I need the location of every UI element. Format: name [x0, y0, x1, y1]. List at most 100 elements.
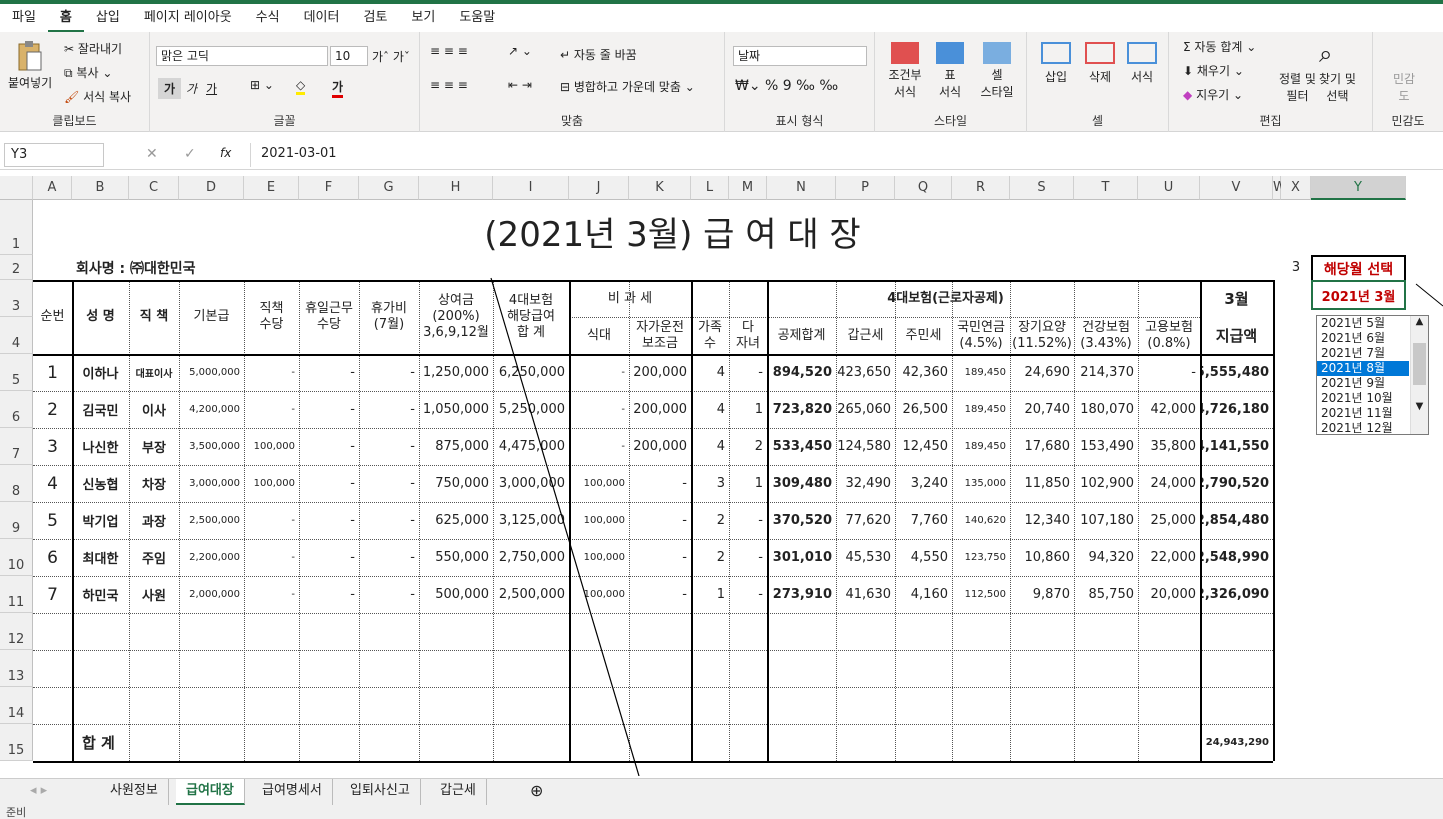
tab-review[interactable]: 검토: [351, 4, 399, 32]
underline-button[interactable]: 가: [206, 80, 217, 97]
font-color-icon[interactable]: 가: [332, 78, 344, 98]
paste-button[interactable]: 붙여넣기: [8, 40, 52, 91]
ribbon: 붙여넣기 ✂ 잘라내기 ⧉ 복사 ⌄ 🖌 서식 복사 클립보드 맑은 고딕 10…: [0, 32, 1443, 132]
sheet-tab-bar: ◂ ▸ 사원정보 급여대장 급여명세서 입퇴사신고 갑근세 ⊕: [0, 778, 1443, 806]
formula-bar: Y3 ✕ ✓ fx 2021-03-01: [0, 140, 1443, 170]
sheet-tab[interactable]: 급여명세서: [252, 779, 333, 805]
table-format-label: 표 서식: [938, 68, 962, 99]
tab-insert[interactable]: 삽입: [84, 4, 132, 32]
fill-color-icon[interactable]: ◇: [296, 78, 306, 95]
find-select-button[interactable]: 찾기 및 선택: [1319, 70, 1356, 104]
cell-style-button[interactable]: 셀 스타일: [975, 42, 1019, 100]
dropdown-option[interactable]: 2021년 12월: [1317, 421, 1409, 436]
cond-format-label: 조건부 서식: [888, 68, 922, 99]
clear-button[interactable]: ◆ 지우기 ⌄: [1183, 86, 1243, 103]
sigma-icon: Σ: [1183, 40, 1191, 54]
confirm-icon[interactable]: ✓: [184, 146, 196, 162]
tab-page-layout[interactable]: 페이지 레이아웃: [132, 4, 244, 32]
indent-icon[interactable]: ⇤ ⇥: [508, 78, 532, 92]
conditional-format-button[interactable]: 조건부 서식: [885, 42, 925, 100]
find-select-label: 찾기 및 선택: [1319, 72, 1356, 103]
clear-label: 지우기: [1196, 88, 1230, 102]
merge-center-button[interactable]: ⊟ 병합하고 가운데 맞춤 ⌄: [560, 78, 695, 95]
status-bar: 준비: [0, 806, 1443, 819]
worksheet-grid[interactable]: A B C D E F G H I J K L M N P Q R S T U V W X Y 1 2 3 4 5 6 7 8 9 10 11 12 1…: [0, 176, 1443, 776]
sheet-tab[interactable]: 입퇴사신고: [340, 779, 421, 805]
fill-button[interactable]: ⬇ 채우기 ⌄: [1183, 62, 1244, 79]
dropdown-option[interactable]: 2021년 8월: [1317, 361, 1409, 376]
function-icon[interactable]: fx: [220, 146, 231, 160]
add-sheet-icon[interactable]: ⊕: [520, 779, 553, 805]
tab-formulas[interactable]: 수식: [244, 4, 292, 32]
scroll-down-icon[interactable]: ▼: [1411, 401, 1428, 412]
cell-style-label: 셀 스타일: [980, 68, 1014, 99]
sheet-tab[interactable]: 사원정보: [100, 779, 169, 805]
copy-label: 복사: [76, 66, 99, 80]
format-table-button[interactable]: 표 서식: [930, 42, 970, 100]
copy-icon: ⧉: [64, 66, 73, 80]
number-format-combo[interactable]: 날짜: [733, 46, 867, 66]
insert-cells-button[interactable]: 삽입: [1041, 42, 1071, 85]
delete-cells-button[interactable]: 삭제: [1085, 42, 1115, 85]
diagonal-line: [490, 277, 1443, 776]
dropdown-option[interactable]: 2021년 9월: [1317, 376, 1409, 391]
formula-input[interactable]: 2021-03-01: [250, 143, 1443, 167]
dropdown-option[interactable]: 2021년 6월: [1317, 331, 1409, 346]
merge-icon: ⊟: [560, 80, 571, 94]
tab-file[interactable]: 파일: [0, 4, 48, 32]
editing-group-title: 편집: [1259, 114, 1282, 128]
editing-group: Σ 자동 합계 ⌄ ⬇ 채우기 ⌄ ◆ 지우기 ⌄ 정렬 및 필터 ⌕ 찾기 및…: [1169, 32, 1373, 132]
autosum-label: 자동 합계: [1194, 40, 1243, 54]
wrap-text-button[interactable]: ↵ 자동 줄 바꿈: [560, 46, 637, 63]
format-painter-button[interactable]: 🖌 서식 복사: [64, 88, 131, 105]
dropdown-option[interactable]: 2021년 5월: [1317, 316, 1409, 331]
scroll-left-icon[interactable]: ◂ ▸: [20, 779, 57, 805]
month-dropdown-list[interactable]: 2021년 5월 2021년 6월 2021년 7월 2021년 8월 2021년 9월…: [1316, 315, 1429, 435]
cells-group-title: 셀: [1091, 114, 1104, 128]
font-grow-icon[interactable]: 가ˆ 가ˇ: [372, 48, 410, 65]
cut-button[interactable]: ✂ 잘라내기: [64, 40, 122, 57]
sheet-tab[interactable]: 갑근세: [430, 779, 487, 805]
sort-filter-button[interactable]: 정렬 및 필터: [1279, 70, 1316, 104]
brush-icon: 🖌: [64, 90, 80, 104]
tab-view[interactable]: 보기: [399, 4, 447, 32]
copy-button[interactable]: ⧉ 복사 ⌄: [64, 64, 112, 81]
cancel-icon[interactable]: ✕: [146, 146, 158, 162]
wrap-text-label: 자동 줄 바꿈: [573, 48, 637, 62]
number-group: 날짜 ₩⌄ % 9 ‰ ‰ 표시 형식: [725, 32, 875, 132]
sensitivity-group-title: 민감도: [1391, 114, 1425, 128]
dropdown-scrollbar[interactable]: ▲ ▼: [1410, 316, 1428, 434]
name-box[interactable]: Y3: [4, 143, 104, 167]
align-left-icon[interactable]: ≡ ≡ ≡: [430, 78, 468, 92]
format-cells-button[interactable]: 서식: [1127, 42, 1157, 85]
border-icon[interactable]: ⊞ ⌄: [250, 78, 274, 92]
sheet-tab[interactable]: 급여대장: [176, 779, 245, 805]
dropdown-option[interactable]: 2021년 7월: [1317, 346, 1409, 361]
dropdown-option[interactable]: 2021년 10월: [1317, 391, 1409, 406]
paste-label: 붙여넣기: [8, 76, 53, 90]
scissors-icon: ✂: [64, 42, 75, 56]
cells-group: 삽입 삭제 서식 셀: [1027, 32, 1169, 132]
tab-help[interactable]: 도움말: [447, 4, 507, 32]
sensitivity-group: 민감 도 민감도: [1373, 32, 1443, 132]
tab-home[interactable]: 홈: [47, 4, 84, 32]
currency-percent-icons[interactable]: ₩⌄ % 9 ‰ ‰: [735, 78, 838, 94]
font-size-combo[interactable]: 10: [330, 46, 368, 66]
font-group-title: 글꼴: [273, 114, 296, 128]
paste-icon: [18, 41, 42, 71]
orientation-icon[interactable]: ↗ ⌄: [508, 44, 532, 58]
font-name-combo[interactable]: 맑은 고딕: [156, 46, 328, 66]
align-top-icon[interactable]: ≡ ≡ ≡: [430, 44, 468, 58]
bold-button[interactable]: 가: [158, 78, 182, 99]
clipboard-group: 붙여넣기 ✂ 잘라내기 ⧉ 복사 ⌄ 🖌 서식 복사 클립보드: [0, 32, 150, 132]
autosum-button[interactable]: Σ 자동 합계 ⌄: [1183, 38, 1256, 55]
font-group: 맑은 고딕 10 가ˆ 가ˇ 가 가 가 ⊞ ⌄ ◇ 가 글꼴: [150, 32, 420, 132]
insert-label: 삽입: [1044, 70, 1068, 84]
scroll-thumb[interactable]: [1413, 343, 1426, 385]
dropdown-option[interactable]: 2021년 11월: [1317, 406, 1409, 421]
sensitivity-button[interactable]: 민감 도: [1393, 70, 1415, 104]
format-painter-label: 서식 복사: [83, 90, 132, 104]
italic-button[interactable]: 가: [186, 80, 197, 97]
tab-data[interactable]: 데이터: [292, 4, 352, 32]
scroll-up-icon[interactable]: ▲: [1411, 316, 1428, 327]
